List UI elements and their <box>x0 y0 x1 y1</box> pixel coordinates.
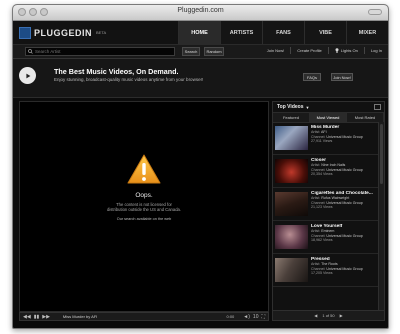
video-views: 27,911 Views <box>311 139 333 144</box>
video-thumbnail[interactable] <box>275 225 308 249</box>
tab-most-rated[interactable]: Most Rated <box>347 113 384 122</box>
lights-on-toggle[interactable]: Lights On <box>335 48 358 53</box>
faqs-button[interactable]: FAQs <box>303 73 321 81</box>
search-icon <box>28 49 33 54</box>
nav-tabs: HOME ARTISTS FANS VIBE MIXER <box>178 21 388 44</box>
fullscreen-icon[interactable]: ⛶ <box>261 314 265 320</box>
warning-message: The content is not licensed for distribu… <box>20 202 268 212</box>
page-indicator: 1 of 50 <box>322 313 335 318</box>
search-field[interactable] <box>25 47 175 56</box>
window-titlebar: Pluggedin.com <box>13 5 388 21</box>
panel-pagination: ◀ 1 of 50 ▶ <box>273 310 384 320</box>
list-item[interactable]: Closer Artist: Nine Inch Nails Channel: … <box>273 155 378 188</box>
video-list: Miss Murder Artist: AFI Channel: Univers… <box>273 122 378 287</box>
search-input[interactable] <box>35 49 165 54</box>
time-readout: 0:00 <box>226 314 235 319</box>
divider <box>363 47 365 54</box>
account-links: Join Now! Create Profile Lights On Log I… <box>267 47 382 54</box>
scrollbar-thumb[interactable] <box>380 124 383 184</box>
tab-most-viewed[interactable]: Most Viewed <box>310 113 347 122</box>
top-videos-panel: Top Videos ▼ Featured Most Viewed Most R… <box>272 101 385 321</box>
join-now-link[interactable]: Join Now! <box>267 48 285 53</box>
video-views: 17,205 Views <box>311 271 333 276</box>
log-in-link[interactable]: Log In <box>371 48 382 53</box>
lightbulb-icon <box>335 48 339 53</box>
previous-icon[interactable]: ◀◀ <box>23 314 31 320</box>
geo-block-message: Oops. The content is not licensed for di… <box>20 154 268 221</box>
list-item[interactable]: Pressed Artist: The Roots Channel: Unive… <box>273 254 378 287</box>
panel-header: Top Videos ▼ <box>273 102 384 112</box>
top-navigation: PLUGGEDIN BETA HOME ARTISTS FANS VIBE MI… <box>13 21 388 45</box>
divider <box>290 47 292 54</box>
nav-tab-fans[interactable]: FANS <box>262 21 304 44</box>
grid-view-icon[interactable] <box>374 104 381 110</box>
video-player[interactable]: Oops. The content is not licensed for di… <box>19 101 269 312</box>
video-info: Love Yourself Artist: Eminem Channel: Un… <box>311 224 377 243</box>
search-bar: Search Random Join Now! Create Profile L… <box>13 45 388 59</box>
previous-page-icon[interactable]: ◀ <box>314 313 317 318</box>
hero-banner: The Best Music Videos, On Demand. Enjoy … <box>13 59 388 98</box>
divider <box>327 47 329 54</box>
lights-on-label: Lights On <box>340 48 358 53</box>
video-info: Pressed Artist: The Roots Channel: Unive… <box>311 257 377 276</box>
hero-play-button[interactable] <box>19 67 36 84</box>
video-info: Cigarettes and Chocolate... Artist: Rufu… <box>311 191 377 210</box>
video-thumbnail[interactable] <box>275 192 308 216</box>
warning-line-2: distribution outside the US and Canada. <box>106 207 182 212</box>
video-views: 18,962 Views <box>311 238 333 243</box>
video-views: 21,123 Views <box>311 205 333 210</box>
play-icon <box>25 73 30 78</box>
warning-icon <box>127 154 161 184</box>
nav-tab-mixer[interactable]: MIXER <box>346 21 388 44</box>
hero-title: The Best Music Videos, On Demand. <box>54 67 179 76</box>
site-logo[interactable]: PLUGGEDIN BETA <box>19 26 106 39</box>
next-icon[interactable]: ▶▶ <box>42 314 50 320</box>
list-item[interactable]: Miss Murder Artist: AFI Channel: Univers… <box>273 122 378 155</box>
dropdown-icon[interactable]: ▼ <box>305 105 309 110</box>
nav-tab-vibe[interactable]: VIBE <box>304 21 346 44</box>
main-content: Oops. The content is not licensed for di… <box>13 96 388 328</box>
search-button[interactable]: Search <box>182 47 200 56</box>
video-thumbnail[interactable] <box>275 258 308 282</box>
video-thumbnail[interactable] <box>275 126 308 150</box>
play-pause-icon[interactable]: ▮▮ <box>34 314 40 320</box>
nav-tab-artists[interactable]: ARTISTS <box>220 21 262 44</box>
video-info: Miss Murder Artist: AFI Channel: Univers… <box>311 125 377 144</box>
volume-level[interactable]: 10 <box>253 314 259 320</box>
nav-tab-home[interactable]: HOME <box>178 21 220 44</box>
create-profile-link[interactable]: Create Profile <box>297 48 321 53</box>
video-list-scrollbar[interactable] <box>378 122 384 310</box>
warning-link[interactable]: Our search available on the web <box>20 217 268 221</box>
logo-mark-icon <box>19 26 31 39</box>
toolbar-toggle-button[interactable] <box>368 9 382 15</box>
logo-text: PLUGGEDIN <box>34 27 93 38</box>
now-playing-label: Miss Murder by AFI <box>62 314 98 319</box>
video-views: 20,354 Views <box>311 172 333 177</box>
tab-featured[interactable]: Featured <box>273 113 310 122</box>
video-thumbnail[interactable] <box>275 159 308 183</box>
hero-join-now-button[interactable]: Join Now! <box>331 73 353 81</box>
random-button[interactable]: Random <box>204 47 224 56</box>
list-item[interactable]: Love Yourself Artist: Eminem Channel: Un… <box>273 221 378 254</box>
oops-heading: Oops. <box>135 192 153 199</box>
next-page-icon[interactable]: ▶ <box>340 313 343 318</box>
panel-title: Top Videos <box>277 104 304 110</box>
logo-beta-label: BETA <box>96 30 107 35</box>
video-info: Closer Artist: Nine Inch Nails Channel: … <box>311 158 377 177</box>
player-controls: ◀◀ ▮▮ ▶▶ Miss Murder by AFI 0:00 ◄) 10 ⛶ <box>19 312 269 321</box>
window-title: Pluggedin.com <box>177 7 224 14</box>
browser-window: Pluggedin.com PLUGGEDIN BETA HOME ARTIST… <box>12 4 389 329</box>
hero-subtitle: Enjoy stunning, broadcast-quality music … <box>54 77 204 82</box>
volume-icon[interactable]: ◄) <box>243 314 250 320</box>
list-item[interactable]: Cigarettes and Chocolate... Artist: Rufu… <box>273 188 378 221</box>
